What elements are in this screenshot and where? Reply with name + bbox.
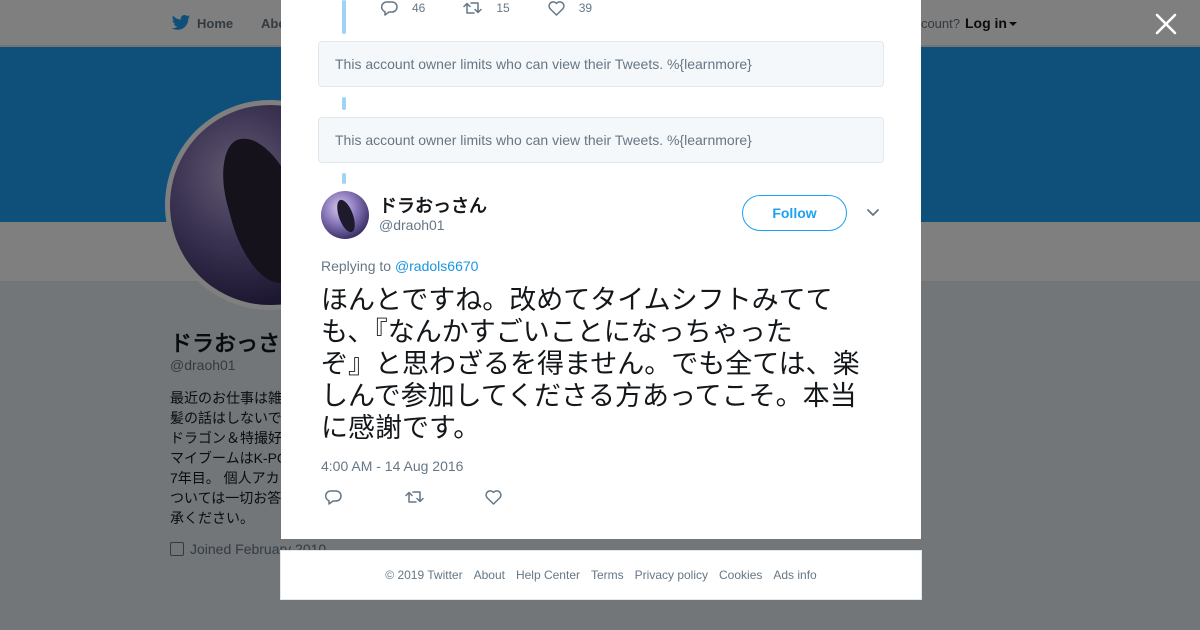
reply-icon <box>324 490 342 505</box>
retweet-count: 15 <box>496 1 510 15</box>
tweet-text-line: ぞ』と思わざるを得ません。でも全ては、楽 <box>321 349 860 379</box>
reply-action[interactable] <box>324 490 405 508</box>
reply-icon <box>381 0 398 16</box>
tweet-avatar[interactable] <box>321 191 369 239</box>
replying-prefix: Replying to <box>321 258 392 274</box>
retweet-icon <box>405 491 424 503</box>
protected-tweet-notice: This account owner limits who can view t… <box>318 41 884 87</box>
chevron-down-icon[interactable] <box>866 208 880 218</box>
footer-link-help-center[interactable]: Help Center <box>516 568 580 582</box>
heart-icon <box>548 0 565 16</box>
protected-tweet-notice: This account owner limits who can view t… <box>318 117 884 163</box>
thread-line <box>342 97 346 110</box>
heart-icon <box>485 490 502 505</box>
previous-tweet-actions: 46 15 39 <box>381 0 630 16</box>
tweet-author-handle[interactable]: @draoh01 <box>379 217 445 233</box>
footer: © 2019 Twitter About Help Center Terms P… <box>280 550 922 600</box>
tweet-text-line: ほんとですね。改めてタイムシフトみてて <box>321 285 833 315</box>
footer-copyright: © 2019 Twitter <box>385 568 463 582</box>
like-action[interactable]: 39 <box>548 0 593 16</box>
tweet-text-line: しんで参加してくださる方あってこそ。本当 <box>321 381 857 411</box>
retweet-action[interactable]: 15 <box>463 1 510 15</box>
replying-to-link[interactable]: @radols6670 <box>395 258 479 274</box>
reply-count: 46 <box>412 1 426 15</box>
tweet-text-line: に感謝です。 <box>321 413 481 443</box>
tweet-actions <box>324 490 565 508</box>
tweet-modal: 46 15 39 This account owner limits who c… <box>281 0 921 539</box>
follow-button[interactable]: Follow <box>742 195 847 231</box>
like-action[interactable] <box>485 490 565 508</box>
thread-line <box>342 0 346 34</box>
tweet-author-name[interactable]: ドラおっさん <box>379 192 487 218</box>
close-icon[interactable] <box>1154 12 1178 36</box>
tweet-text: ほんとですね。改めてタイムシフトみてて も、『なんかすごいことになっちゃった ぞ… <box>321 284 883 444</box>
thread-line <box>342 173 346 184</box>
footer-link-ads-info[interactable]: Ads info <box>773 568 816 582</box>
like-count: 39 <box>578 1 593 15</box>
tweet-timestamp[interactable]: 4:00 AM - 14 Aug 2016 <box>321 458 463 474</box>
tweet-text-line: も、『なんかすごいことになっちゃった <box>321 317 793 347</box>
replying-to: Replying to @radols6670 <box>321 258 478 274</box>
footer-link-cookies[interactable]: Cookies <box>719 568 762 582</box>
footer-link-terms[interactable]: Terms <box>591 568 624 582</box>
retweet-icon <box>463 2 483 14</box>
retweet-action[interactable] <box>405 490 485 508</box>
footer-link-privacy[interactable]: Privacy policy <box>635 568 708 582</box>
footer-link-about[interactable]: About <box>474 568 505 582</box>
reply-action[interactable]: 46 <box>381 0 426 16</box>
